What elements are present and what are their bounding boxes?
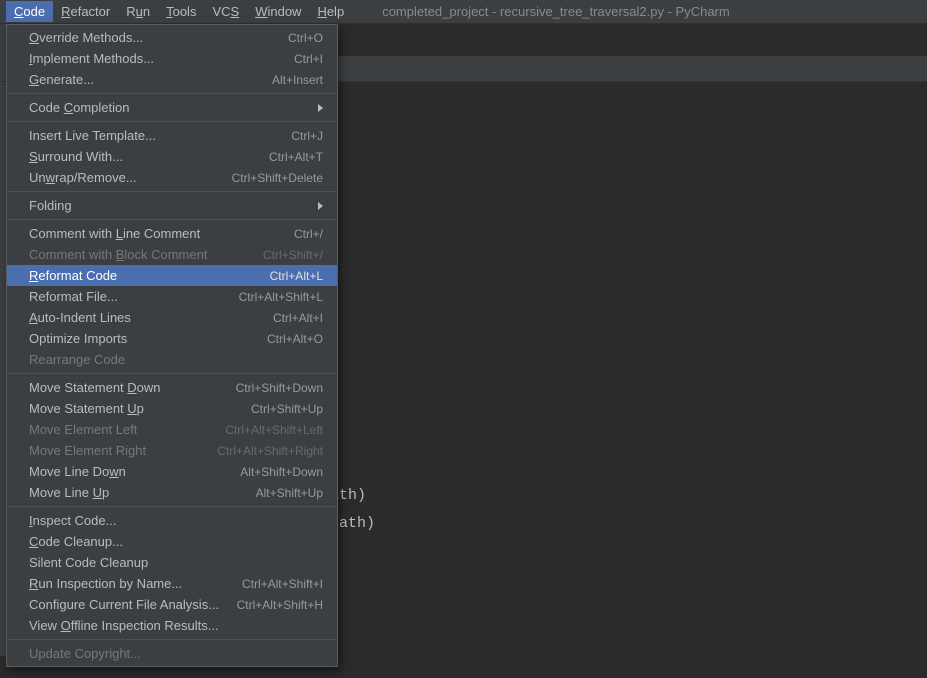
menu-shortcut: Ctrl+I — [294, 52, 323, 66]
menu-item[interactable]: Folding — [7, 195, 337, 216]
menu-item-label: Move Statement Down — [29, 380, 161, 395]
menu-item-label: Move Element Right — [29, 443, 146, 458]
menu-item-label: Silent Code Cleanup — [29, 555, 148, 570]
menu-item[interactable]: Move Line Down Alt+Shift+Down — [7, 461, 337, 482]
menubar-item[interactable]: Window — [247, 1, 309, 22]
menu-separator — [8, 506, 336, 507]
menu-shortcut: Ctrl+J — [291, 129, 323, 143]
menu-shortcut: Ctrl+Alt+Shift+Right — [217, 444, 323, 458]
menu-item-label: Reformat File... — [29, 289, 118, 304]
menu-item[interactable]: Auto-Indent Lines Ctrl+Alt+I — [7, 307, 337, 328]
menu-item[interactable]: Insert Live Template... Ctrl+J — [7, 125, 337, 146]
menu-separator — [8, 639, 336, 640]
menu-item[interactable]: Reformat Code Ctrl+Alt+L — [7, 265, 337, 286]
chevron-right-icon — [318, 104, 323, 112]
menu-shortcut: Ctrl+Alt+Shift+Left — [225, 423, 323, 437]
menu-item: Rearrange Code — [7, 349, 337, 370]
menu-item[interactable]: Surround With... Ctrl+Alt+T — [7, 146, 337, 167]
menu-shortcut: Ctrl+Shift+/ — [263, 248, 323, 262]
menu-shortcut: Ctrl+Alt+Shift+H — [237, 598, 323, 612]
menu-item[interactable]: Code Completion — [7, 97, 337, 118]
menu-item-label: View Offline Inspection Results... — [29, 618, 219, 633]
menubar-item[interactable]: Refactor — [53, 1, 118, 22]
menu-item-label: Code Cleanup... — [29, 534, 123, 549]
menu-item-label: Rearrange Code — [29, 352, 125, 367]
menu-shortcut: Ctrl+O — [288, 31, 323, 45]
menu-item-label: Optimize Imports — [29, 331, 127, 346]
menu-shortcut: Alt+Shift+Down — [240, 465, 323, 479]
menu-item[interactable]: Move Statement Down Ctrl+Shift+Down — [7, 377, 337, 398]
menu-shortcut: Ctrl+Alt+T — [269, 150, 323, 164]
menubar-item[interactable]: Run — [118, 1, 158, 22]
menu-item[interactable]: Configure Current File Analysis... Ctrl+A… — [7, 594, 337, 615]
menu-item[interactable]: Silent Code Cleanup — [7, 552, 337, 573]
menu-item[interactable]: View Offline Inspection Results... — [7, 615, 337, 636]
menu-shortcut: Alt+Insert — [272, 73, 323, 87]
menu-item-label: Auto-Indent Lines — [29, 310, 131, 325]
menu-separator — [8, 373, 336, 374]
menu-item: Update Copyright... — [7, 643, 337, 664]
menu-item: Move Element Right Ctrl+Alt+Shift+Right — [7, 440, 337, 461]
menu-item[interactable]: Implement Methods... Ctrl+I — [7, 48, 337, 69]
menu-item[interactable]: Override Methods... Ctrl+O — [7, 27, 337, 48]
menu-separator — [8, 121, 336, 122]
menu-item-label: Inspect Code... — [29, 513, 116, 528]
menu-shortcut: Ctrl+Shift+Down — [236, 381, 323, 395]
menu-item-label: Override Methods... — [29, 30, 143, 45]
chevron-right-icon — [318, 202, 323, 210]
menu-shortcut: Ctrl+/ — [294, 227, 323, 241]
menu-item-label: Move Statement Up — [29, 401, 144, 416]
menu-item-label: Move Line Up — [29, 485, 109, 500]
menu-item-label: Folding — [29, 198, 72, 213]
menu-item-label: Unwrap/Remove... — [29, 170, 137, 185]
menu-item-label: Generate... — [29, 72, 94, 87]
menu-shortcut: Ctrl+Alt+O — [267, 332, 323, 346]
menubar-item[interactable]: Code — [6, 1, 53, 22]
menu-item[interactable]: Comment with Line Comment Ctrl+/ — [7, 223, 337, 244]
menu-item-label: Comment with Block Comment — [29, 247, 207, 262]
menu-separator — [8, 191, 336, 192]
menu-item[interactable]: Inspect Code... — [7, 510, 337, 531]
menubar-item[interactable]: Help — [309, 1, 352, 22]
menu-item-label: Surround With... — [29, 149, 123, 164]
menu-shortcut: Ctrl+Alt+Shift+I — [242, 577, 323, 591]
menu-item-label: Run Inspection by Name... — [29, 576, 182, 591]
menubar: CodeRefactorRunToolsVCSWindowHelp complet… — [0, 0, 927, 24]
menu-item: Move Element Left Ctrl+Alt+Shift+Left — [7, 419, 337, 440]
menu-shortcut: Ctrl+Alt+L — [270, 269, 323, 283]
menu-item[interactable]: Code Cleanup... — [7, 531, 337, 552]
menu-item-label: Comment with Line Comment — [29, 226, 200, 241]
menu-item-label: Configure Current File Analysis... — [29, 597, 219, 612]
menu-item[interactable]: Reformat File... Ctrl+Alt+Shift+L — [7, 286, 337, 307]
menu-item[interactable]: Move Line Up Alt+Shift+Up — [7, 482, 337, 503]
menubar-item[interactable]: VCS — [204, 1, 247, 22]
code-menu-dropdown: Override Methods... Ctrl+O Implement Metho… — [6, 24, 338, 667]
menu-item[interactable]: Move Statement Up Ctrl+Shift+Up — [7, 398, 337, 419]
menu-item-label: Code Completion — [29, 100, 129, 115]
menu-item-label: Reformat Code — [29, 268, 117, 283]
menu-item: Comment with Block Comment Ctrl+Shift+/ — [7, 244, 337, 265]
menu-item-label: Insert Live Template... — [29, 128, 156, 143]
menubar-item[interactable]: Tools — [158, 1, 204, 22]
menu-item[interactable]: Generate... Alt+Insert — [7, 69, 337, 90]
menu-item[interactable]: Run Inspection by Name... Ctrl+Alt+Shift+… — [7, 573, 337, 594]
window-title: completed_project - recursive_tree_trave… — [382, 4, 730, 19]
menu-item[interactable]: Unwrap/Remove... Ctrl+Shift+Delete — [7, 167, 337, 188]
menu-separator — [8, 93, 336, 94]
menu-item-label: Move Element Left — [29, 422, 137, 437]
menu-shortcut: Ctrl+Alt+I — [273, 311, 323, 325]
menu-shortcut: Ctrl+Alt+Shift+L — [239, 290, 323, 304]
menu-shortcut: Ctrl+Shift+Delete — [232, 171, 323, 185]
menu-item-label: Update Copyright... — [29, 646, 141, 661]
menu-shortcut: Ctrl+Shift+Up — [251, 402, 323, 416]
menu-item[interactable]: Optimize Imports Ctrl+Alt+O — [7, 328, 337, 349]
menu-item-label: Move Line Down — [29, 464, 126, 479]
menu-separator — [8, 219, 336, 220]
menu-shortcut: Alt+Shift+Up — [256, 486, 323, 500]
menu-item-label: Implement Methods... — [29, 51, 154, 66]
